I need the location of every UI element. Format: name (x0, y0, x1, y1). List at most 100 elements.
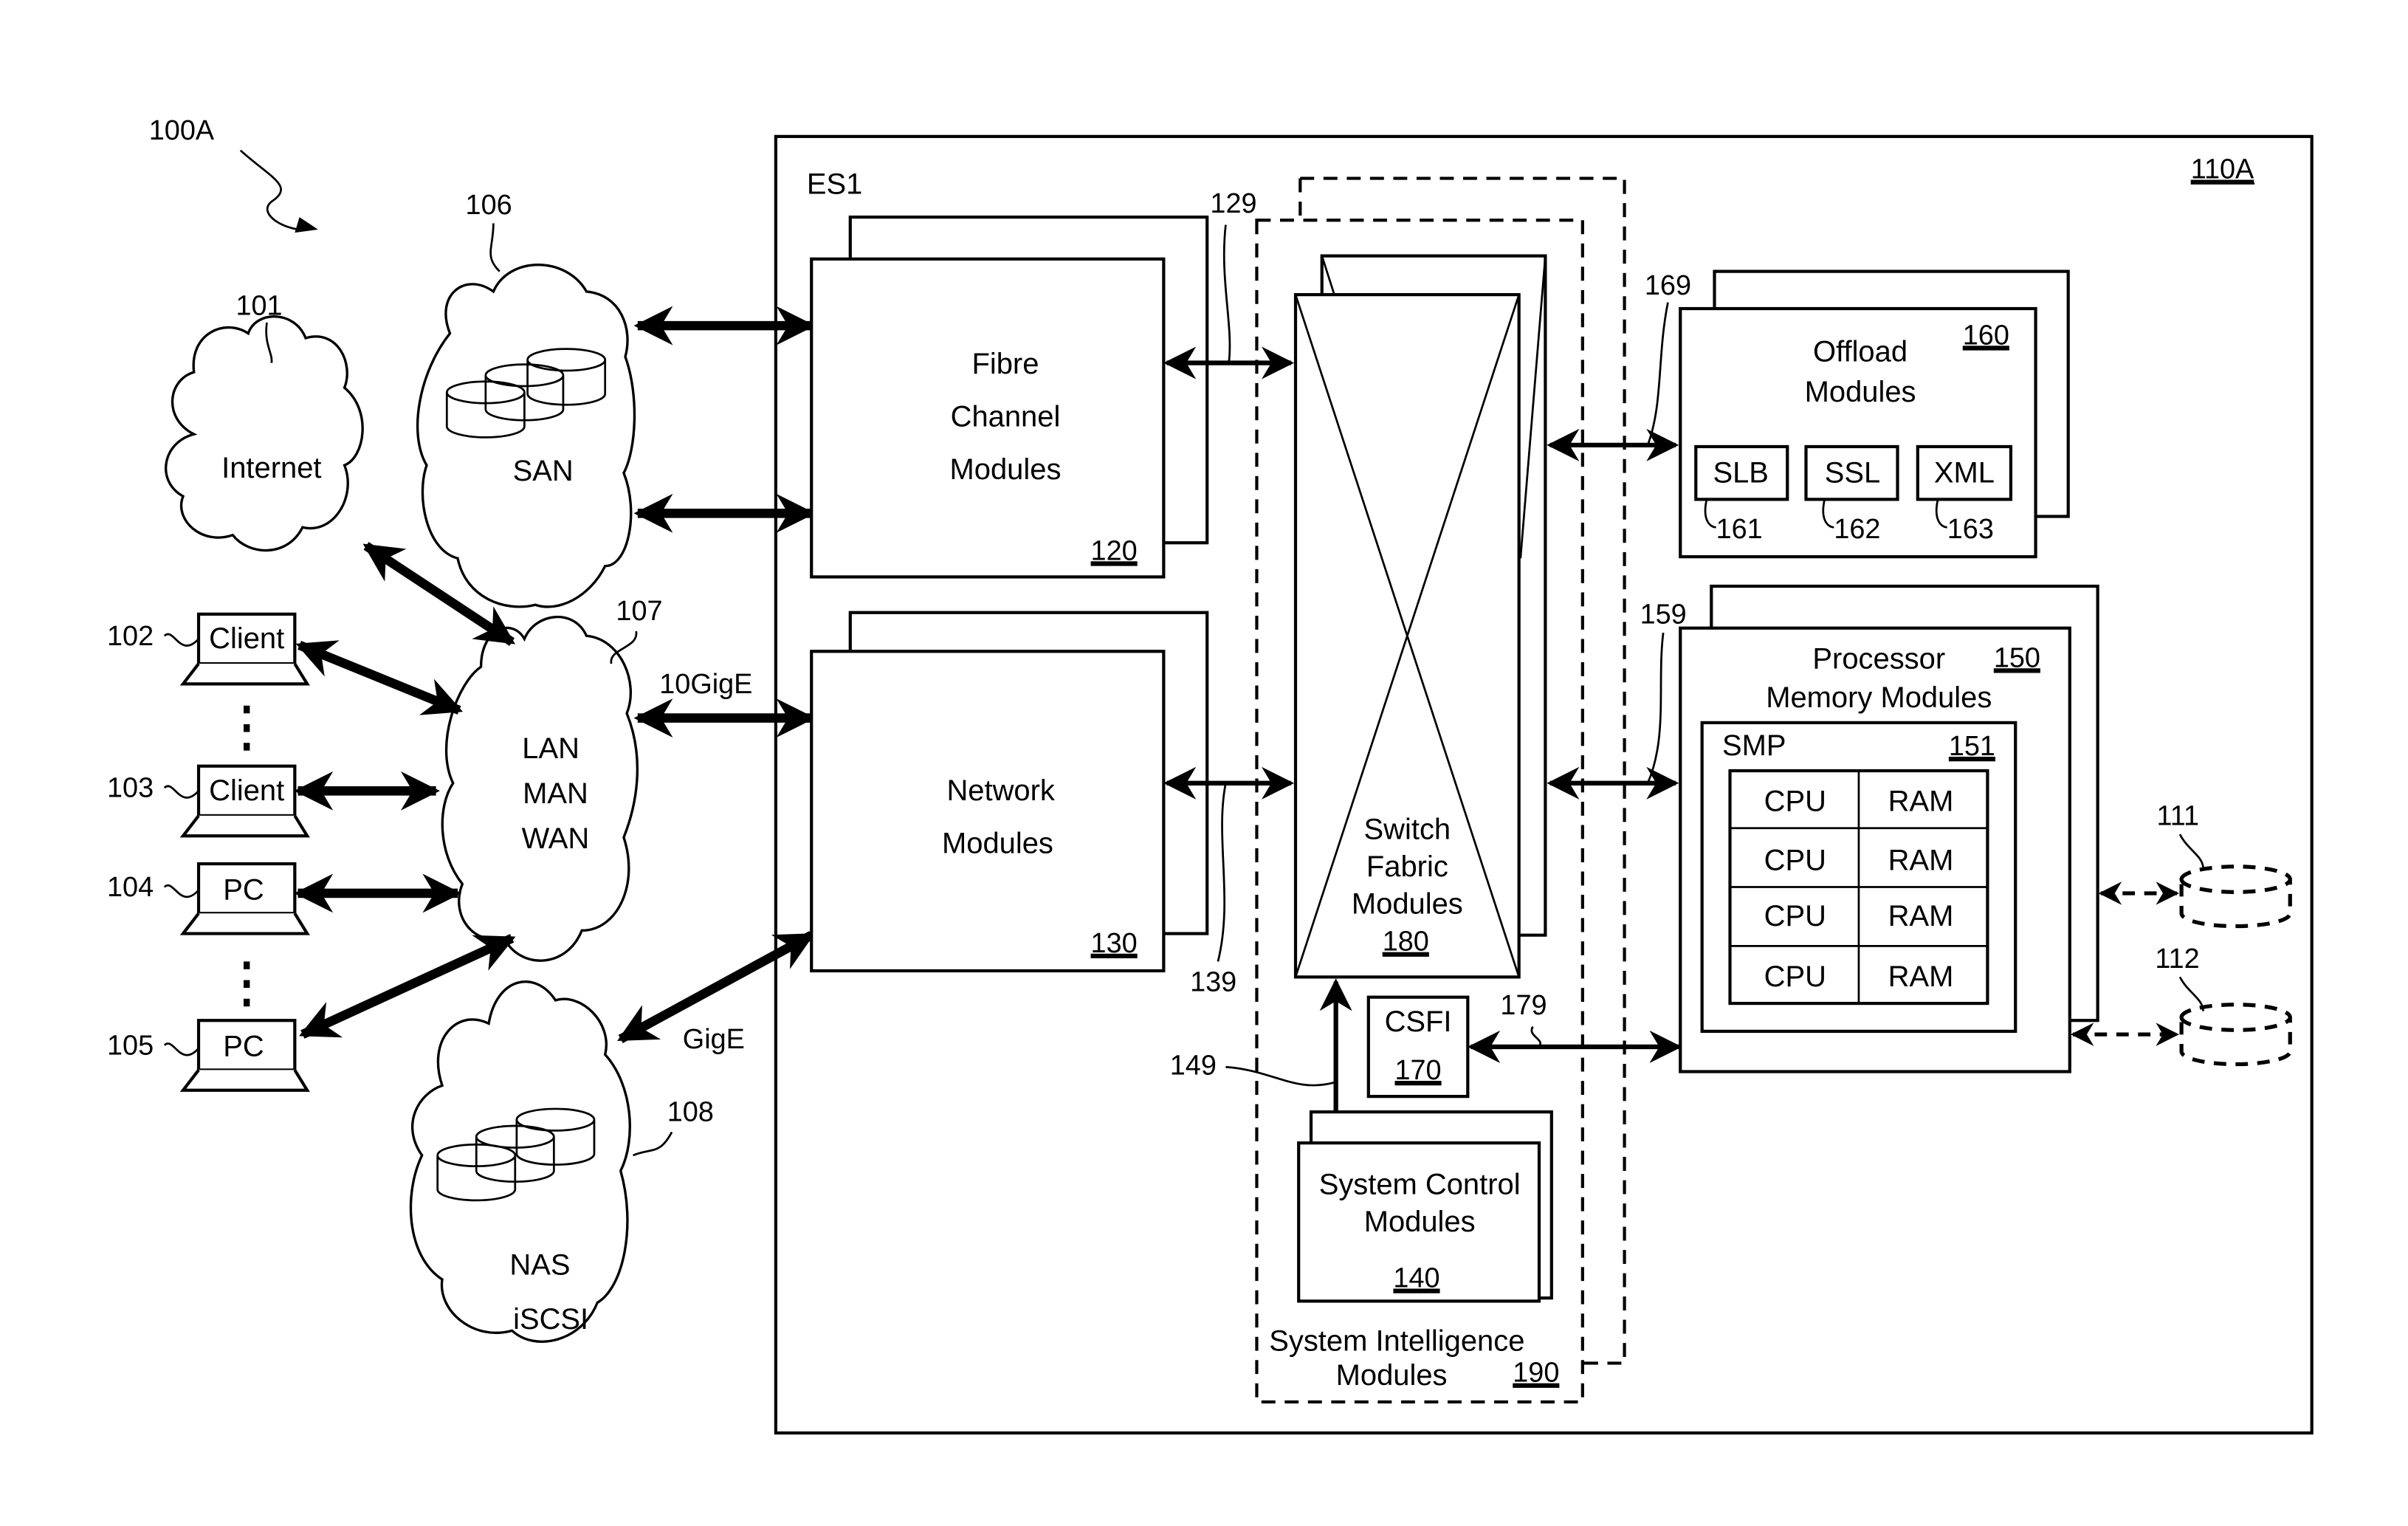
processor-label: Processor (1812, 642, 1945, 675)
cpu-cell: CPU (1764, 786, 1826, 818)
wan-label: WAN (522, 822, 590, 855)
pc-leader (163, 884, 200, 898)
control-modules-label: Modules (1364, 1206, 1476, 1238)
switch-label: Switch (1364, 813, 1451, 845)
internet-cloud[interactable]: Internet (165, 315, 364, 552)
client-ref: 102 (107, 621, 154, 652)
ram-cell: RAM (1888, 844, 1954, 876)
modules-label: Modules (950, 453, 1062, 486)
nas-label: NAS (509, 1249, 570, 1282)
xml-ref: 163 (1947, 514, 1994, 545)
client-102[interactable]: Client (179, 612, 310, 686)
san-cloud[interactable]: SAN (416, 264, 636, 608)
csfi-box[interactable]: CSFI 170 (1366, 995, 1470, 1099)
pc-ref: 104 (107, 872, 154, 903)
pc-leader (163, 1042, 200, 1056)
control-ref: 140 (1393, 1263, 1439, 1294)
san-ref: 106 (466, 190, 512, 221)
smp-ref: 151 (1949, 731, 1995, 762)
ram-cell: RAM (1888, 786, 1954, 818)
modules-label: Modules (1352, 887, 1463, 920)
control-link-ref: 149 (1170, 1051, 1217, 1082)
csfi-ref: 170 (1394, 1055, 1441, 1086)
system-label: ES1 (807, 168, 862, 201)
ssl-label: SSL (1825, 456, 1880, 489)
diagram-canvas: 100A ES1 110A Internet 101 SAN 106 LAN M… (107, 115, 2314, 1435)
csfi-label: CSFI (1385, 1006, 1452, 1038)
memory-modules-label: Memory Modules (1766, 681, 1992, 714)
gige-label: GigE (683, 1024, 745, 1055)
system-ref: 110A (2191, 154, 2254, 185)
fibre-link-ref: 129 (1210, 188, 1256, 219)
channel-label: Channel (951, 401, 1061, 433)
intelligence-label: System Intelligence (1269, 1325, 1524, 1358)
offload-modules-label: Modules (1805, 376, 1916, 408)
pc-label: PC (223, 1031, 264, 1063)
offload-link-ref: 169 (1645, 270, 1691, 301)
slb-label: SLB (1713, 456, 1768, 489)
ellipsis-2 (243, 961, 250, 1007)
smp-label: SMP (1722, 729, 1786, 762)
figure-label: 100A (149, 115, 215, 146)
intelligence-ref: 190 (1513, 1358, 1559, 1389)
client-leader (163, 785, 200, 799)
switch-fabric-modules[interactable]: Switch Fabric Modules 180 (1293, 254, 1547, 979)
storage-112-ref: 112 (2155, 944, 2199, 975)
system-control-modules[interactable]: System Control Modules 140 (1297, 1110, 1553, 1303)
client-ref: 103 (107, 773, 154, 804)
man-label: MAN (523, 777, 588, 810)
ssl-ref: 162 (1834, 514, 1880, 545)
pmm-ref: 150 (1994, 642, 2040, 673)
modules-label: Modules (942, 827, 1053, 859)
ellipsis-1 (243, 705, 250, 751)
storage-111-ref: 111 (2157, 801, 2200, 832)
xml-box[interactable]: XML (1916, 444, 2013, 501)
fibre-label: Fibre (971, 348, 1039, 380)
intelligence-modules-label: Modules (1336, 1359, 1448, 1392)
switch-ref: 180 (1383, 927, 1429, 958)
cpu-cell: CPU (1764, 960, 1826, 993)
pc-105[interactable]: PC (179, 1019, 310, 1092)
client-leader (163, 633, 200, 647)
csfi-link-ref: 179 (1500, 990, 1547, 1021)
nas-ref: 108 (667, 1097, 714, 1128)
fibre-ref: 120 (1091, 535, 1138, 566)
internet-label: Internet (221, 452, 321, 484)
nas-cloud[interactable]: NAS iSCSI (409, 980, 631, 1343)
cpu-ram-grid: CPU RAM CPU RAM CPU RAM CPU RAM (1728, 769, 1989, 1006)
slb-ref: 161 (1716, 514, 1763, 545)
slb-box[interactable]: SLB (1694, 444, 1789, 501)
fabric-label: Fabric (1366, 850, 1448, 883)
lan-cloud[interactable]: LAN MAN WAN (441, 616, 639, 962)
san-leader (489, 223, 500, 272)
internet-ref: 101 (235, 290, 282, 321)
nas-leader (633, 1131, 673, 1157)
pc-label: PC (223, 873, 264, 906)
lan-ref: 107 (616, 596, 662, 627)
ssl-box[interactable]: SSL (1804, 444, 1899, 501)
ram-cell: RAM (1888, 900, 1954, 932)
network-label: Network (946, 774, 1055, 807)
ram-cell: RAM (1888, 960, 1954, 993)
network-ref: 130 (1091, 928, 1138, 959)
tengig-label: 10GigE (659, 669, 752, 700)
lan-label: LAN (522, 732, 579, 765)
control-label: System Control (1319, 1168, 1521, 1200)
cpu-cell: CPU (1764, 844, 1826, 876)
offload-label: Offload (1813, 335, 1908, 368)
offload-ref: 160 (1963, 320, 2009, 351)
cpu-cell: CPU (1764, 900, 1826, 932)
fibre-channel-modules[interactable]: Fibre Channel Modules 120 (810, 215, 1209, 579)
client-label: Client (209, 622, 284, 655)
network-link-ref: 139 (1190, 966, 1236, 997)
figure-arrowhead (295, 217, 318, 233)
iscsi-label: iSCSI (513, 1303, 588, 1336)
pmm-link-ref: 159 (1640, 599, 1687, 630)
xml-label: XML (1934, 456, 1995, 489)
client-103[interactable]: Client (179, 764, 310, 838)
link-client102-lan[interactable] (295, 640, 464, 715)
san-label: SAN (513, 455, 574, 487)
pc-104[interactable]: PC (179, 862, 310, 935)
network-modules[interactable]: Network Modules 130 (810, 611, 1209, 973)
client-label: Client (209, 774, 284, 807)
